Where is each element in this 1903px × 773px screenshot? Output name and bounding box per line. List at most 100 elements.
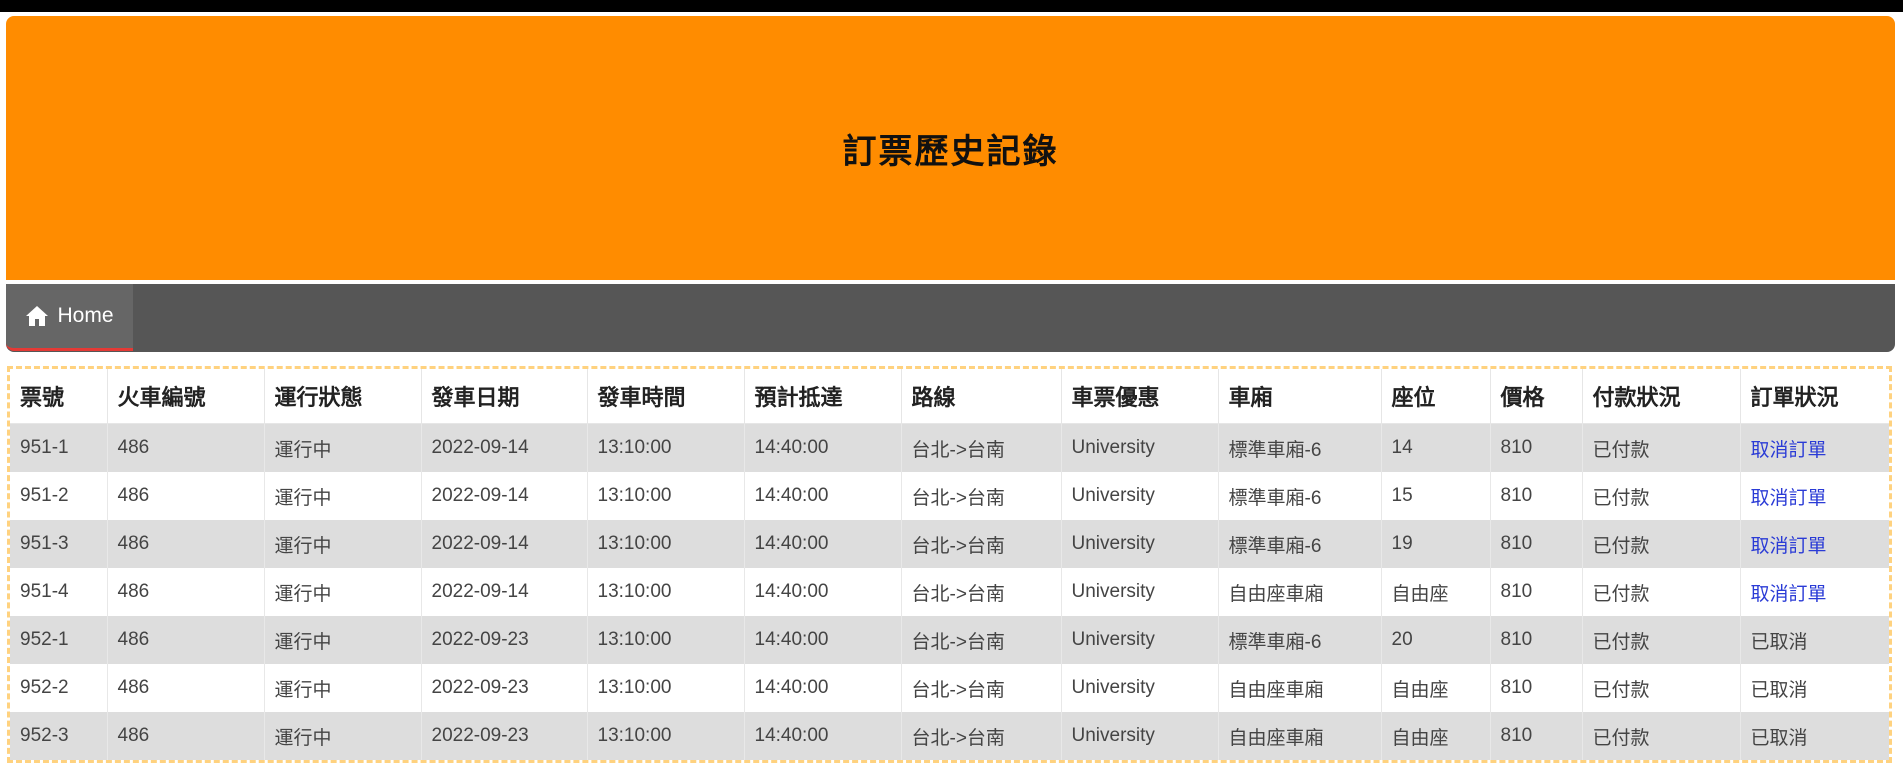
cell-car: 自由座車廂 [1218,568,1382,616]
cell-payment-status: 已付款 [1582,568,1741,616]
cell-ticket-no: 951-3 [10,520,108,568]
cell-ticket-no: 952-3 [10,712,108,760]
cell-train-no: 486 [107,520,265,568]
cell-depart-date: 2022-09-23 [421,664,588,712]
cell-arrival: 14:40:00 [744,616,902,664]
table-row: 951-4 486 運行中 2022-09-14 13:10:00 14:40:00 台北-… [10,568,1889,616]
table-row: 951-3 486 運行中 2022-09-14 13:10:00 14:40:00 台北-… [10,520,1889,568]
cancel-order-link[interactable]: 取消訂單 [1751,584,1827,605]
home-icon [25,305,49,327]
cell-discount: University [1061,568,1219,616]
cell-depart-time: 13:10:00 [587,616,745,664]
cell-train-no: 486 [107,568,265,616]
cell-depart-date: 2022-09-14 [421,423,588,472]
cell-arrival: 14:40:00 [744,423,902,472]
cell-train-no: 486 [107,423,265,472]
cell-run-status: 運行中 [264,423,422,472]
top-border-bar [0,0,1903,12]
cell-price: 810 [1490,520,1583,568]
booking-history-table: 票號 火車編號 運行狀態 發車日期 發車時間 預計抵達 路線 車票優惠 車廂 座… [10,369,1889,760]
header-route: 路線 [901,369,1062,424]
cell-discount: University [1061,423,1219,472]
cell-run-status: 運行中 [264,712,422,760]
cell-discount: University [1061,664,1219,712]
cell-discount: University [1061,520,1219,568]
cell-seat: 自由座 [1381,664,1491,712]
cell-arrival: 14:40:00 [744,568,902,616]
table-body: 951-1 486 運行中 2022-09-14 13:10:00 14:40:00 台北-… [10,423,1889,760]
cell-route: 台北->台南 [901,423,1062,472]
cell-order-status: 已取消 [1740,712,1889,760]
cell-payment-status: 已付款 [1582,664,1741,712]
cell-payment-status: 已付款 [1582,423,1741,472]
page-banner: 訂票歷史記錄 [6,16,1895,280]
cell-price: 810 [1490,472,1583,520]
cell-depart-date: 2022-09-14 [421,472,588,520]
cell-run-status: 運行中 [264,616,422,664]
cell-ticket-no: 952-2 [10,664,108,712]
cancel-order-link[interactable]: 取消訂單 [1751,488,1827,509]
cell-depart-time: 13:10:00 [587,712,745,760]
header-arrival: 預計抵達 [744,369,902,424]
cell-depart-date: 2022-09-14 [421,520,588,568]
cell-ticket-no: 951-1 [10,423,108,472]
cell-price: 810 [1490,568,1583,616]
cell-order-status: 取消訂單 [1740,568,1889,616]
cell-price: 810 [1490,712,1583,760]
cell-seat: 19 [1381,520,1491,568]
header-order-status: 訂單狀況 [1740,369,1889,424]
cell-price: 810 [1490,423,1583,472]
cell-run-status: 運行中 [264,472,422,520]
header-depart-time: 發車時間 [587,369,745,424]
cell-seat: 15 [1381,472,1491,520]
cell-train-no: 486 [107,472,265,520]
cell-depart-time: 13:10:00 [587,520,745,568]
cell-arrival: 14:40:00 [744,712,902,760]
cell-order-status: 已取消 [1740,616,1889,664]
cell-train-no: 486 [107,616,265,664]
cell-run-status: 運行中 [264,568,422,616]
cell-order-status: 已取消 [1740,664,1889,712]
cell-route: 台北->台南 [901,616,1062,664]
cell-payment-status: 已付款 [1582,520,1741,568]
navbar: Home [6,284,1895,352]
cell-payment-status: 已付款 [1582,712,1741,760]
cell-depart-date: 2022-09-23 [421,616,588,664]
cell-payment-status: 已付款 [1582,472,1741,520]
cell-car: 標準車廂-6 [1218,520,1382,568]
cell-order-status: 取消訂單 [1740,472,1889,520]
cell-car: 自由座車廂 [1218,664,1382,712]
table-row: 952-2 486 運行中 2022-09-23 13:10:00 14:40:00 台北-… [10,664,1889,712]
cell-route: 台北->台南 [901,472,1062,520]
cell-depart-date: 2022-09-14 [421,568,588,616]
cell-price: 810 [1490,664,1583,712]
nav-home-link[interactable]: Home [6,284,133,351]
cell-route: 台北->台南 [901,520,1062,568]
cell-price: 810 [1490,616,1583,664]
cell-depart-time: 13:10:00 [587,423,745,472]
cancel-order-link[interactable]: 取消訂單 [1751,440,1827,461]
table-row: 952-1 486 運行中 2022-09-23 13:10:00 14:40:00 台北-… [10,616,1889,664]
cell-train-no: 486 [107,664,265,712]
cell-route: 台北->台南 [901,712,1062,760]
cell-seat: 20 [1381,616,1491,664]
header-car: 車廂 [1218,369,1382,424]
cell-depart-time: 13:10:00 [587,472,745,520]
cell-run-status: 運行中 [264,520,422,568]
cell-order-status: 取消訂單 [1740,520,1889,568]
header-depart-date: 發車日期 [421,369,588,424]
cell-seat: 自由座 [1381,568,1491,616]
cell-car: 標準車廂-6 [1218,616,1382,664]
cell-seat: 14 [1381,423,1491,472]
table-row: 951-2 486 運行中 2022-09-14 13:10:00 14:40:00 台北-… [10,472,1889,520]
cell-run-status: 運行中 [264,664,422,712]
cell-arrival: 14:40:00 [744,520,902,568]
cell-ticket-no: 952-1 [10,616,108,664]
cell-depart-date: 2022-09-23 [421,712,588,760]
page-title: 訂票歷史記錄 [842,131,1059,172]
cancel-order-link[interactable]: 取消訂單 [1751,536,1827,557]
cell-discount: University [1061,472,1219,520]
cell-order-status: 取消訂單 [1740,423,1889,472]
header-seat: 座位 [1381,369,1491,424]
cell-ticket-no: 951-4 [10,568,108,616]
